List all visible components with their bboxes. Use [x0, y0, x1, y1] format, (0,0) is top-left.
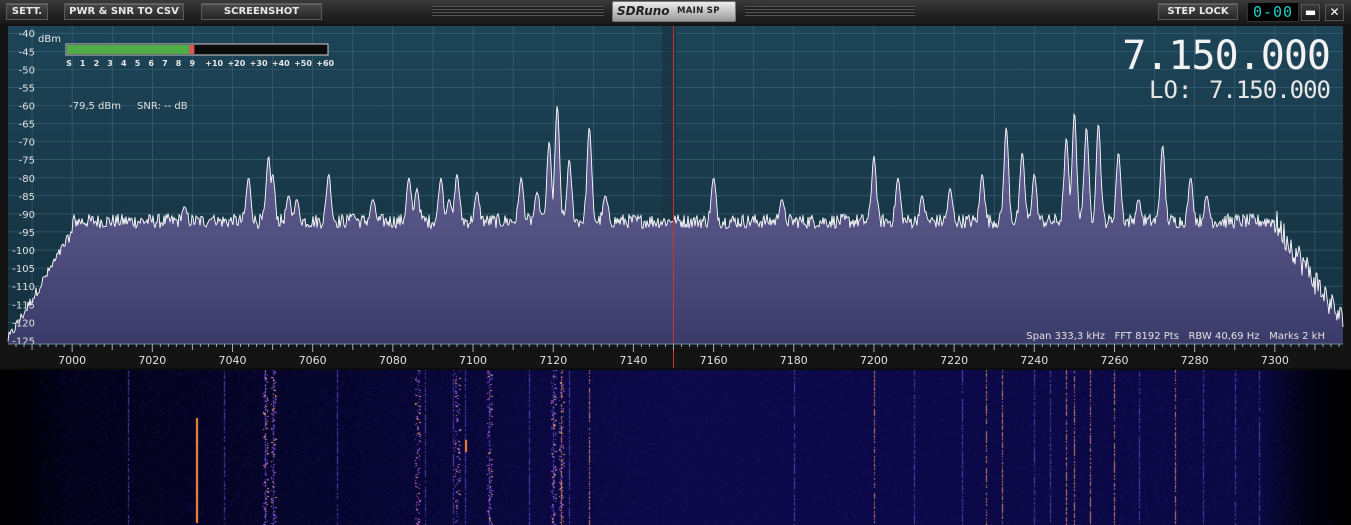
- y-tick-label: -120: [12, 318, 35, 329]
- x-tick-label: 7260: [1100, 354, 1128, 367]
- pwr-snr-to-csv-button[interactable]: PWR & SNR TO CSV: [64, 3, 184, 20]
- s-meter-tick: 9: [190, 59, 196, 68]
- snr-readout: SNR: -- dB: [137, 101, 188, 112]
- s-meter-tick: 4: [121, 59, 127, 68]
- y-tick-label: -110: [12, 282, 35, 293]
- drag-grip-left[interactable]: [432, 6, 604, 16]
- x-tick-label: 7040: [219, 354, 247, 367]
- title-bar: SETT. PWR & SNR TO CSV SCREENSHOT SDRuno…: [0, 0, 1351, 25]
- s-meter-tick: +10: [205, 59, 223, 68]
- x-tick-label: 7240: [1020, 354, 1048, 367]
- s-meter-bar: [67, 45, 190, 54]
- lo-frequency-display[interactable]: 7.150.000: [1209, 76, 1331, 104]
- y-tick-label: -60: [19, 102, 35, 113]
- x-tick-label: 7020: [138, 354, 166, 367]
- step-lock-button[interactable]: STEP LOCK: [1158, 3, 1238, 20]
- window-name: MAIN SP: [677, 6, 720, 16]
- x-tick-label: 7220: [940, 354, 968, 367]
- s-meter-tick: 3: [107, 59, 113, 68]
- x-tick-label: 7200: [860, 354, 888, 367]
- x-tick-label: 7160: [700, 354, 728, 367]
- x-tick-label: 7000: [58, 354, 86, 367]
- y-tick-label: -80: [19, 174, 35, 185]
- x-tick-label: 7060: [299, 354, 327, 367]
- s-meter-tick: 6: [148, 59, 154, 68]
- waterfall-display[interactable]: [0, 370, 1351, 525]
- y-tick-label: -90: [19, 210, 35, 221]
- frequency-display[interactable]: 7.150.000: [1122, 33, 1331, 79]
- s-meter-tick: 8: [176, 59, 182, 68]
- s-meter-tick: +40: [272, 59, 290, 68]
- unit-label: dBm: [38, 34, 61, 45]
- y-tick-label: -75: [19, 156, 35, 167]
- y-tick-label: -50: [19, 65, 35, 76]
- settings-button[interactable]: SETT.: [6, 3, 48, 20]
- s-meter-tick: +60: [316, 59, 334, 68]
- y-tick-label: -95: [19, 228, 35, 239]
- x-tick-label: 7140: [619, 354, 647, 367]
- x-tick-label: 7280: [1181, 354, 1209, 367]
- x-tick-label: 7300: [1261, 354, 1289, 367]
- logo-name: SDRuno: [617, 4, 670, 18]
- x-tick-label: 7080: [379, 354, 407, 367]
- y-tick-label: -40: [19, 29, 35, 40]
- s-meter-tick: 5: [135, 59, 141, 68]
- spectrum-display[interactable]: -40 -45 -50 -55 -60 -65 -70 -75 -80 -85 -90 -95 -100…: [0, 24, 1351, 368]
- y-tick-label: -55: [19, 83, 35, 94]
- y-tick-label: -70: [19, 138, 35, 149]
- y-tick-label: -85: [19, 192, 35, 203]
- y-tick-label: -105: [12, 264, 35, 275]
- minimize-button[interactable]: ▬: [1301, 4, 1320, 21]
- s-meter-tick: +30: [250, 59, 268, 68]
- x-tick-label: 7100: [459, 354, 487, 367]
- s-meter-tick: +20: [227, 59, 245, 68]
- s-meter-tick: 2: [94, 59, 100, 68]
- s-meter-tick: 1: [80, 59, 86, 68]
- s-meter-tick: +50: [294, 59, 312, 68]
- sdruno-logo: SDRuno MAIN SP: [612, 1, 736, 22]
- close-button[interactable]: ✕: [1325, 4, 1344, 21]
- y-tick-label: -45: [19, 47, 35, 58]
- x-tick-label: 7180: [780, 354, 808, 367]
- span-info: Span 333,3 kHz FFT 8192 Pts RBW 40,69 Hz…: [1026, 331, 1325, 342]
- lo-label: LO:: [1149, 76, 1192, 104]
- s-meter-tick: S: [66, 59, 72, 68]
- y-tick-label: -65: [19, 120, 35, 131]
- drag-grip-right[interactable]: [745, 6, 915, 16]
- s-meter-tick: 7: [162, 59, 168, 68]
- clock-display: 0-00: [1247, 2, 1299, 22]
- screenshot-button[interactable]: SCREENSHOT: [201, 3, 322, 20]
- x-tick-label: 7120: [539, 354, 567, 367]
- power-readout: -79,5 dBm: [69, 101, 121, 112]
- s-meter-peak: [189, 45, 195, 54]
- y-tick-label: -100: [12, 246, 35, 257]
- y-tick-label: -115: [12, 300, 35, 311]
